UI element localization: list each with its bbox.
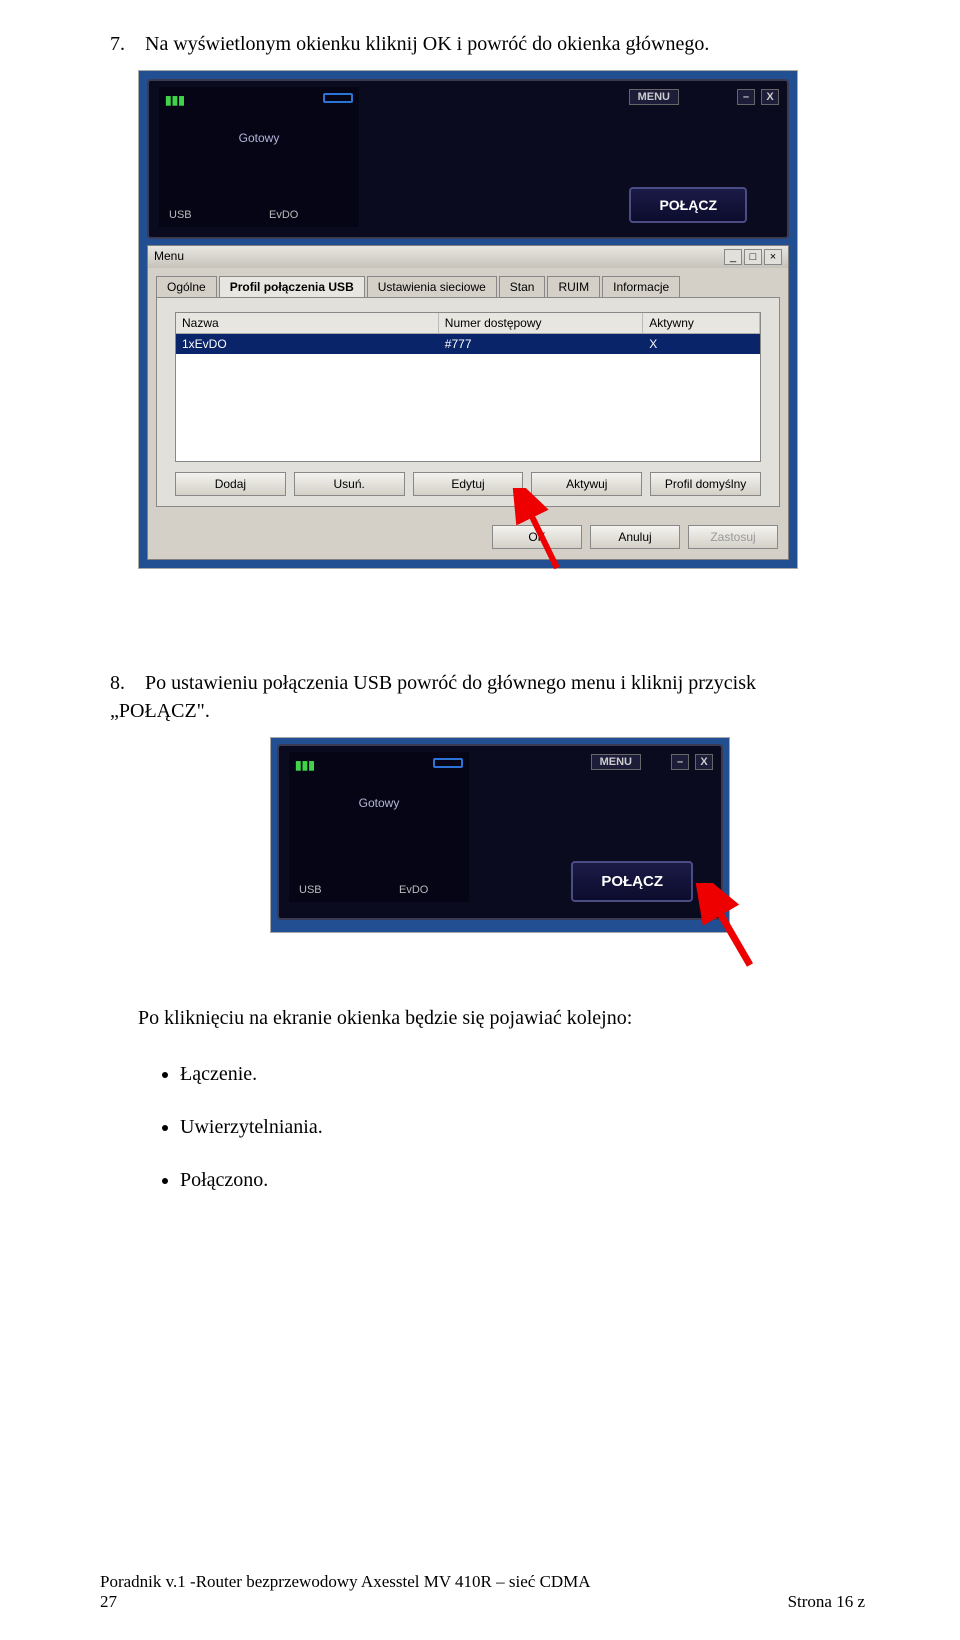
dialog-title: Menu (154, 249, 184, 265)
screenshot-2: MENU – X ▮▮▮ Gotowy USB EvDO POŁĄCZ (270, 737, 730, 933)
window-controls: MENU (629, 89, 679, 105)
step7-text: 7. Na wyświetlonym okienku kliknij OK i … (110, 30, 860, 58)
window-controls: MENU (591, 754, 641, 770)
activate-button[interactable]: Aktywuj (531, 472, 642, 496)
status-display: ▮▮▮ Gotowy USB EvDO (159, 87, 359, 227)
status-display: ▮▮▮ Gotowy USB EvDO (289, 752, 469, 902)
page-footer: Poradnik v.1 -Router bezprzewodowy Axess… (100, 1572, 865, 1612)
connect-button[interactable]: POŁĄCZ (629, 187, 747, 223)
tab-panel: Nazwa Numer dostępowy Aktywny 1xEvDO #77… (156, 297, 780, 507)
profile-list[interactable]: Nazwa Numer dostępowy Aktywny 1xEvDO #77… (175, 312, 761, 462)
dialog-titlebar: Menu _ □ × (148, 246, 788, 268)
close-icon[interactable]: X (695, 754, 713, 770)
list-item: Połączono. (180, 1169, 860, 1192)
screenshot-1: MENU – X ▮▮▮ Gotowy USB EvDO POŁĄCZ Menu… (138, 70, 798, 569)
battery-icon (433, 758, 463, 768)
tab-bar: Ogólne Profil połączenia USB Ustawienia … (156, 276, 780, 297)
minimize-icon[interactable]: _ (724, 249, 742, 265)
tab-general[interactable]: Ogólne (156, 276, 217, 297)
device-panel: MENU – X ▮▮▮ Gotowy USB EvDO POŁĄCZ (147, 79, 789, 239)
list-header: Nazwa Numer dostępowy Aktywny (176, 313, 760, 334)
window-controls: – X (671, 754, 713, 770)
menu-dialog: Menu _ □ × Ogólne Profil połączenia USB … (147, 245, 789, 560)
battery-icon (323, 93, 353, 103)
list-item: Uwierzytelniania. (180, 1116, 860, 1139)
add-button[interactable]: Dodaj (175, 472, 286, 496)
list-row[interactable]: 1xEvDO #777 X (176, 334, 760, 354)
close-icon[interactable]: × (764, 249, 782, 265)
tab-usb-profile[interactable]: Profil połączenia USB (219, 276, 365, 297)
dialog-actions: OK Anuluj Zastosuj (148, 515, 788, 559)
maximize-icon[interactable]: □ (744, 249, 762, 265)
list-item: Łączenie. (180, 1063, 860, 1086)
signal-icon: ▮▮▮ (295, 758, 315, 772)
minimize-icon[interactable]: – (671, 754, 689, 770)
status-text: Gotowy (289, 796, 469, 810)
apply-button[interactable]: Zastosuj (688, 525, 778, 549)
step8-text: 8. Po ustawieniu połączenia USB powróć d… (110, 669, 860, 725)
delete-button[interactable]: Usuń. (294, 472, 405, 496)
window-controls: – X (737, 89, 779, 105)
edit-button[interactable]: Edytuj (413, 472, 524, 496)
footer-right: Strona 16 z (788, 1592, 865, 1612)
menu-button[interactable]: MENU (591, 754, 641, 770)
cancel-button[interactable]: Anuluj (590, 525, 680, 549)
evdo-label: EvDO (269, 209, 298, 221)
usb-label: USB (299, 884, 322, 896)
tab-network[interactable]: Ustawienia sieciowe (367, 276, 497, 297)
result-text: Po kliknięciu na ekranie okienka będzie … (138, 1003, 860, 1033)
tab-ruim[interactable]: RUIM (547, 276, 600, 297)
footer-left: Poradnik v.1 -Router bezprzewodowy Axess… (100, 1572, 591, 1612)
status-list: Łączenie. Uwierzytelniania. Połączono. (180, 1063, 860, 1192)
device-panel: MENU – X ▮▮▮ Gotowy USB EvDO POŁĄCZ (277, 744, 723, 920)
evdo-label: EvDO (399, 884, 428, 896)
status-text: Gotowy (159, 131, 359, 145)
tab-status[interactable]: Stan (499, 276, 546, 297)
minimize-icon[interactable]: – (737, 89, 755, 105)
profile-actions: Dodaj Usuń. Edytuj Aktywuj Profil domyśl… (175, 472, 761, 496)
connect-button[interactable]: POŁĄCZ (571, 861, 693, 902)
tab-info[interactable]: Informacje (602, 276, 680, 297)
ok-button[interactable]: OK (492, 525, 582, 549)
usb-label: USB (169, 209, 192, 221)
default-button[interactable]: Profil domyślny (650, 472, 761, 496)
close-icon[interactable]: X (761, 89, 779, 105)
signal-icon: ▮▮▮ (165, 93, 185, 107)
menu-button[interactable]: MENU (629, 89, 679, 105)
